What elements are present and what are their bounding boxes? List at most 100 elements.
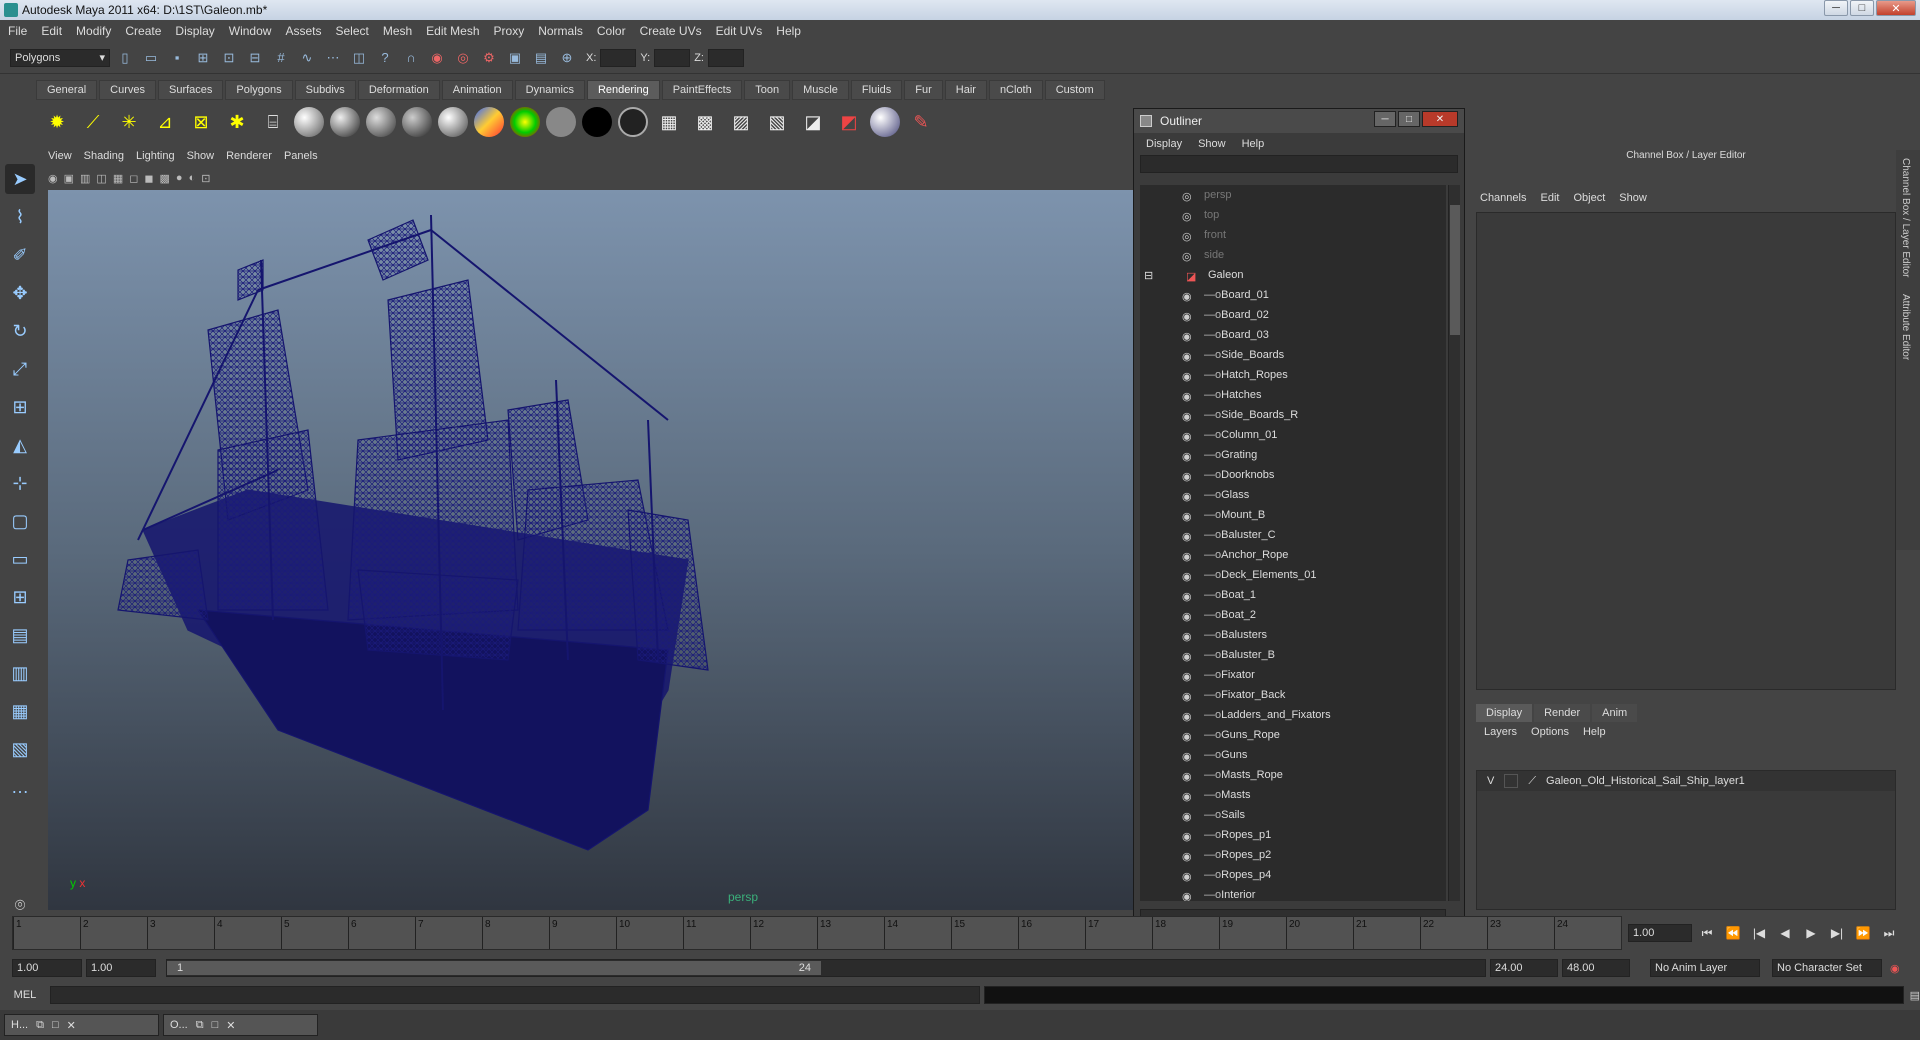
close-icon[interactable]: ✕ [67, 1019, 76, 1032]
last-tool-icon[interactable]: ▢ [5, 506, 35, 536]
outliner-item[interactable]: ◉ —o Guns [1140, 745, 1446, 765]
outliner-item[interactable]: ◉ —o Ropes_p4 [1140, 865, 1446, 885]
close-button[interactable]: ✕ [1876, 0, 1916, 16]
camera-icon[interactable]: ⌸ [258, 107, 288, 137]
render-view-icon[interactable]: ▦ [654, 107, 684, 137]
outliner-item[interactable]: ◉ —o Guns_Rope [1140, 725, 1446, 745]
side-tab-attribute-editor[interactable]: Attribute Editor [1896, 286, 1915, 368]
hypershade-shelf-icon[interactable]: ◪ [798, 107, 828, 137]
shelf-tab-dynamics[interactable]: Dynamics [514, 80, 585, 100]
menu-edit-uvs[interactable]: Edit UVs [716, 24, 763, 38]
shelf-tab-deformation[interactable]: Deformation [357, 80, 440, 100]
move-tool-icon[interactable]: ✥ [5, 278, 35, 308]
menu-modify[interactable]: Modify [76, 24, 111, 38]
select-tool-icon[interactable]: ➤ [5, 164, 35, 194]
outliner-item[interactable]: ◉ —o Side_Boards [1140, 345, 1446, 365]
collapse-icon[interactable]: ⊟ [1144, 269, 1158, 282]
camera-select-icon[interactable]: ◉ [48, 172, 58, 185]
step-back-key-icon[interactable]: ⏪ [1722, 924, 1744, 942]
maximize-icon[interactable]: □ [52, 1019, 59, 1031]
step-back-frame-icon[interactable]: |◀ [1748, 924, 1770, 942]
outliner-item[interactable]: ◉ —o Board_01 [1140, 285, 1446, 305]
shelf-tab-hair[interactable]: Hair [944, 80, 987, 100]
shadows-icon[interactable]: ◐ [189, 172, 196, 184]
history-icon[interactable]: ? [374, 47, 396, 69]
shelf-tab-custom[interactable]: Custom [1044, 80, 1105, 100]
snap-grid-icon[interactable]: # [270, 47, 292, 69]
layer-menu-layers[interactable]: Layers [1484, 726, 1517, 738]
spot-light-icon[interactable]: ⊿ [150, 107, 180, 137]
outliner-item[interactable]: ◉ —o Grating [1140, 445, 1446, 465]
paint-select-tool-icon[interactable]: ✐ [5, 240, 35, 270]
single-perspective-layout-icon[interactable]: ▭ [5, 544, 35, 574]
outliner-item[interactable]: ◉ —o Ropes_p2 [1140, 845, 1446, 865]
shelf-tab-fluids[interactable]: Fluids [850, 80, 903, 100]
volume-light-icon[interactable]: ✱ [222, 107, 252, 137]
universal-manipulator-icon[interactable]: ⊞ [5, 392, 35, 422]
current-frame-field[interactable]: 1.00 [1628, 924, 1692, 942]
isolate-icon[interactable]: ⊡ [201, 172, 210, 185]
maximize-icon[interactable]: □ [212, 1019, 219, 1031]
viewport-menu-renderer[interactable]: Renderer [226, 150, 272, 162]
outliner-maximize-button[interactable]: □ [1398, 111, 1420, 127]
outliner-item[interactable]: ◉ —o Balusters [1140, 625, 1446, 645]
phonge-material-icon[interactable] [402, 107, 432, 137]
layer-menu-options[interactable]: Options [1531, 726, 1569, 738]
shelf-tab-painteffects[interactable]: PaintEffects [661, 80, 743, 100]
outliner-item[interactable]: ◉ —o Baluster_B [1140, 645, 1446, 665]
maximize-button[interactable]: □ [1850, 0, 1874, 16]
outliner-group-row[interactable]: ⊟ ◪ Galeon [1140, 265, 1446, 285]
viewport-menu-panels[interactable]: Panels [284, 150, 318, 162]
go-to-start-icon[interactable]: ⏮ [1696, 924, 1718, 942]
texture-icon[interactable]: ▩ [160, 172, 170, 185]
outliner-item[interactable]: ◉ —o Mount_B [1140, 505, 1446, 525]
go-to-end-icon[interactable]: ⏭ [1878, 924, 1900, 942]
select-object-icon[interactable]: ⊡ [218, 47, 240, 69]
use-background-icon[interactable] [582, 107, 612, 137]
menu-edit[interactable]: Edit [41, 24, 62, 38]
open-scene-icon[interactable]: ▭ [140, 47, 162, 69]
snap-surface-icon[interactable]: ◫ [348, 47, 370, 69]
shading-map-icon[interactable] [618, 107, 648, 137]
outliner-item[interactable]: ◉ —o Deck_Elements_01 [1140, 565, 1446, 585]
outliner-item[interactable]: ◉ —o Glass [1140, 485, 1446, 505]
batch-render-icon[interactable]: ▨ [726, 107, 756, 137]
menu-mesh[interactable]: Mesh [383, 24, 412, 38]
channel-menu-edit[interactable]: Edit [1540, 192, 1559, 204]
menu-set-selector[interactable]: Polygons ▾ [10, 48, 110, 67]
outliner-item[interactable]: ◉ —o Masts_Rope [1140, 765, 1446, 785]
outliner-item[interactable]: ◉ —o Sails [1140, 805, 1446, 825]
shelf-tab-fur[interactable]: Fur [904, 80, 943, 100]
play-backwards-icon[interactable]: ◀ [1774, 924, 1796, 942]
end-time-field[interactable]: 48.00 [1562, 959, 1630, 977]
menu-edit-mesh[interactable]: Edit Mesh [426, 24, 479, 38]
soft-modification-icon[interactable]: ◭ [5, 430, 35, 460]
side-tab-channel-box[interactable]: Channel Box / Layer Editor [1896, 150, 1915, 286]
surface-shader-icon[interactable] [546, 107, 576, 137]
rotate-tool-icon[interactable]: ↻ [5, 316, 35, 346]
select-component-icon[interactable]: ⊟ [244, 47, 266, 69]
absolute-transform-icon[interactable]: ⊕ [556, 47, 578, 69]
channel-menu-object[interactable]: Object [1573, 192, 1605, 204]
show-manipulator-icon[interactable]: ⊹ [5, 468, 35, 498]
menu-color[interactable]: Color [597, 24, 626, 38]
snap-point-icon[interactable]: ⋯ [322, 47, 344, 69]
scale-tool-icon[interactable]: ⤢ [5, 354, 35, 384]
start-time-field[interactable]: 1.00 [12, 959, 82, 977]
script-editor-icon[interactable]: ▤ [1910, 989, 1920, 1002]
outliner-item[interactable]: ◉ —o Interior [1140, 885, 1446, 901]
shelf-tab-toon[interactable]: Toon [744, 80, 791, 100]
outliner-minimize-button[interactable]: ─ [1374, 111, 1396, 127]
menu-create-uvs[interactable]: Create UVs [640, 24, 702, 38]
menu-select[interactable]: Select [335, 24, 368, 38]
layer-visibility-toggle[interactable]: V [1487, 775, 1494, 787]
four-view-layout-icon[interactable]: ⊞ [5, 582, 35, 612]
layer-type-toggle[interactable] [1504, 774, 1519, 788]
x-field[interactable] [600, 48, 637, 67]
directional-light-icon[interactable]: ⟋ [78, 107, 108, 137]
minimized-window[interactable]: H... ⧉ □ ✕ [4, 1014, 159, 1036]
restore-icon[interactable]: ⧉ [36, 1019, 44, 1032]
layer-menu-help[interactable]: Help [1583, 726, 1606, 738]
playback-end-field[interactable]: 24.00 [1490, 959, 1558, 977]
outliner-camera-row[interactable]: ◎ side [1140, 245, 1446, 265]
